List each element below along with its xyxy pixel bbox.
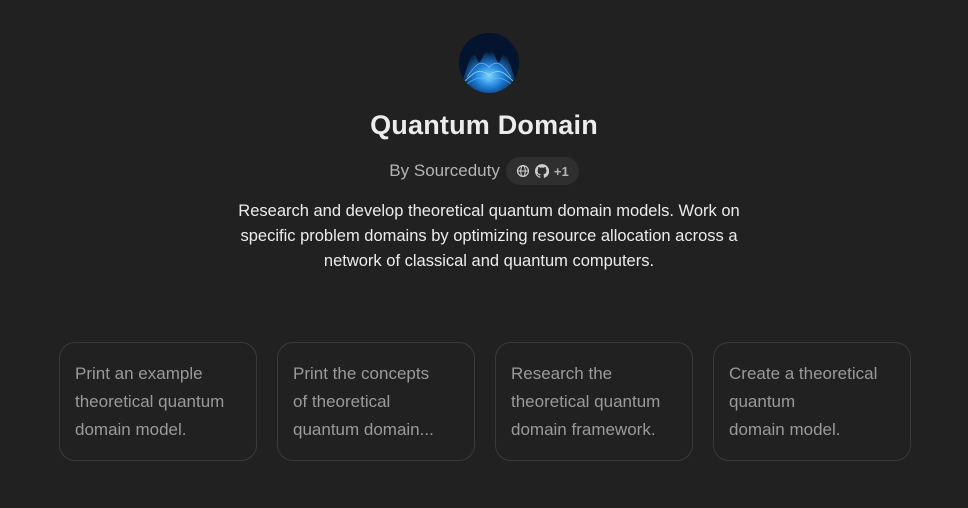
starter-text-line: theoretical quantum — [75, 392, 225, 411]
gpt-description: Research and develop theoretical quantum… — [238, 202, 740, 270]
author-name: By Sourceduty — [389, 161, 500, 180]
starter-text-line: domain model. — [729, 420, 841, 439]
starter-text-line: theoretical quantum — [511, 392, 661, 411]
github-icon — [534, 164, 549, 178]
starter-text-line: quantum — [729, 392, 796, 411]
byline: By Sourceduty +1 — [0, 157, 968, 185]
starter-text-line: of theoretical — [293, 392, 391, 411]
gpt-title: Quantum Domain — [370, 110, 598, 140]
starter-text-line: Create a theoretical — [729, 364, 878, 383]
conversation-starters: Print an example theoretical quantum dom… — [59, 342, 911, 461]
starter-text-line: quantum domain... — [293, 420, 434, 439]
more-links-count: +1 — [553, 163, 569, 179]
starter-text-line: domain framework. — [511, 420, 656, 439]
starter-text-line: Print the concepts — [293, 364, 430, 383]
author-links-pill[interactable]: +1 — [505, 157, 579, 185]
gpt-avatar — [459, 33, 519, 93]
starter-card[interactable]: Print an example theoretical quantum dom… — [59, 342, 257, 461]
starter-card[interactable]: Print the concepts of theoretical quantu… — [277, 342, 475, 461]
starter-text-line: Print an example — [75, 364, 203, 383]
starter-card[interactable]: Create a theoretical quantum domain mode… — [713, 342, 911, 461]
quantum-wave-avatar-icon — [459, 33, 519, 93]
starter-text-line: Research the — [511, 364, 613, 383]
starter-card[interactable]: Research the theoretical quantum domain … — [495, 342, 693, 461]
starter-text-line: domain model. — [75, 420, 187, 439]
globe-icon — [516, 164, 529, 178]
